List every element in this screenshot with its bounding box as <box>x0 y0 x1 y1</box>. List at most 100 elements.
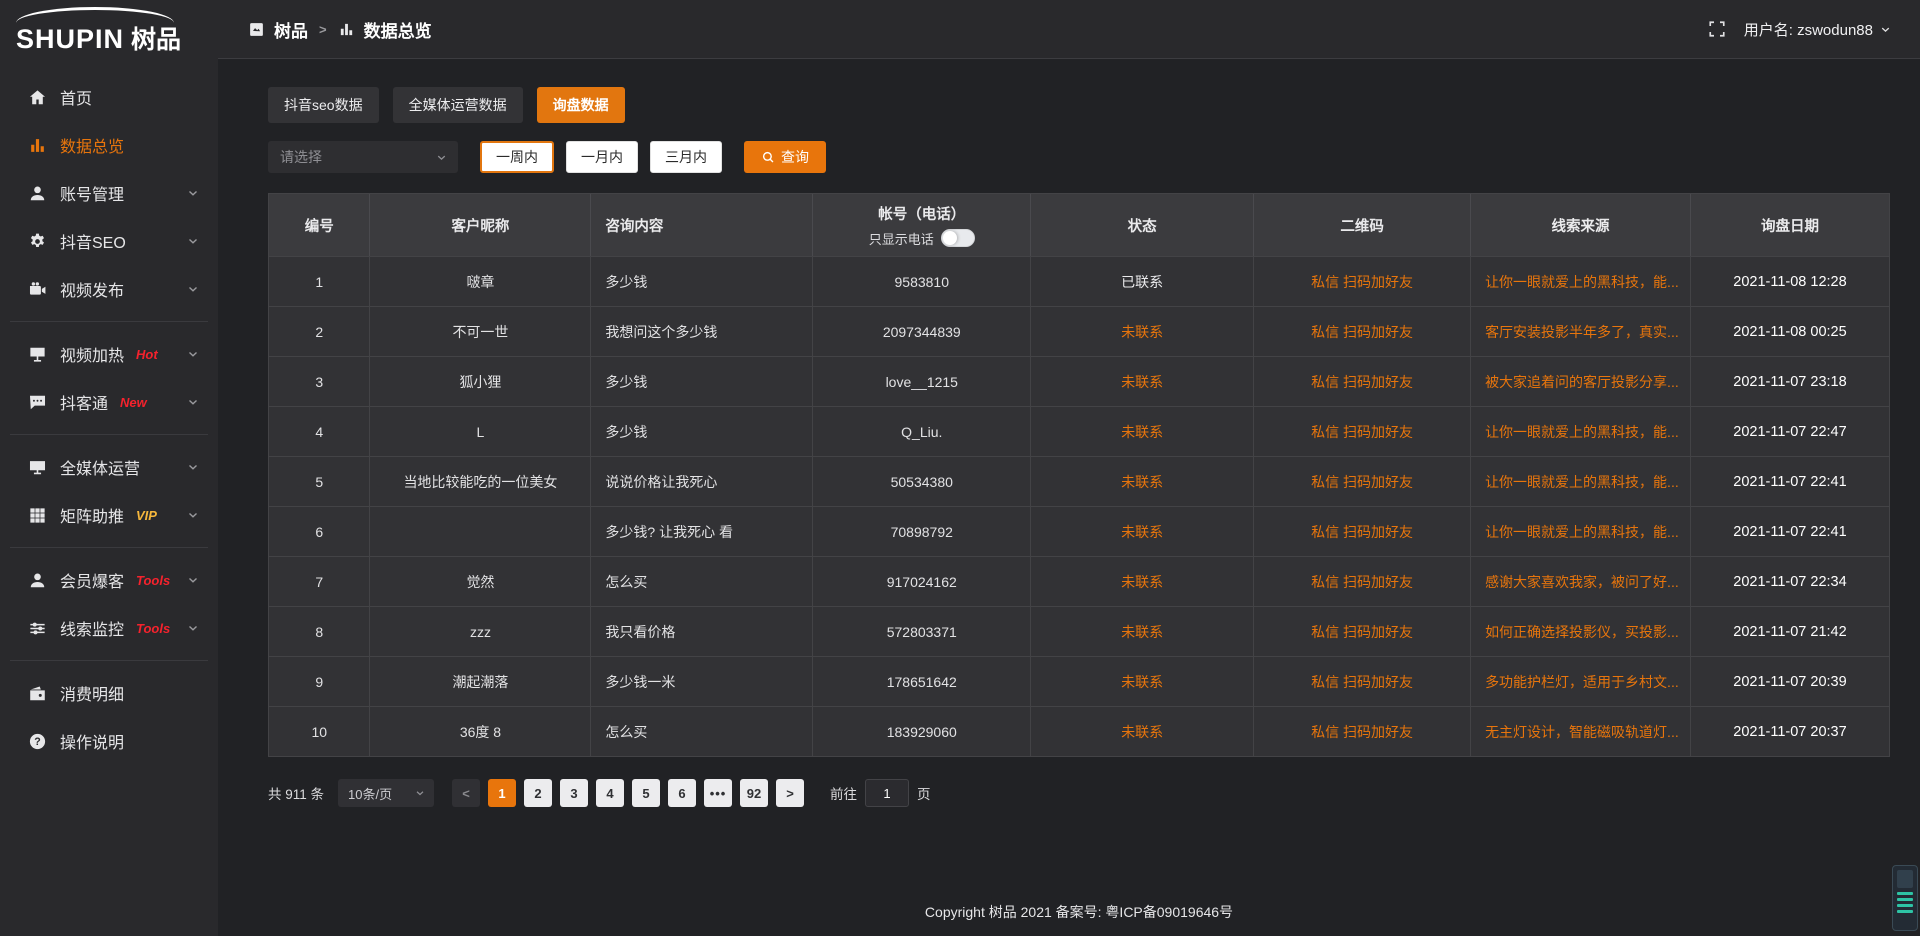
cell-account: 50534380 <box>813 457 1031 506</box>
cell-content: 多少钱 <box>591 257 813 306</box>
user-dropdown[interactable]: 用户名: zswodun88 <box>1744 19 1892 40</box>
period-button[interactable]: 一月内 <box>566 141 638 173</box>
page-button[interactable]: 6 <box>668 779 696 807</box>
cell-qrcode-link[interactable]: 私信 扫码加好友 <box>1254 357 1471 406</box>
cell-id: 10 <box>269 707 370 756</box>
cell-source-link[interactable]: 让你一眼就爱上的黑科技，能... <box>1471 507 1691 556</box>
cell-nickname: L <box>370 407 591 456</box>
sidebar-item-account-manage[interactable]: 账号管理 <box>0 169 218 217</box>
sidebar-item-label: 数据总览 <box>60 133 124 157</box>
cell-status: 未联系 <box>1031 457 1254 506</box>
cell-source-link[interactable]: 无主灯设计，智能磁吸轨道灯... <box>1471 707 1691 756</box>
sidebar-item-consumption-detail[interactable]: 消费明细 <box>0 669 218 717</box>
period-button[interactable]: 一周内 <box>480 141 554 173</box>
sidebar-item-video-heating[interactable]: 视频加热 Hot <box>0 330 218 378</box>
page-button[interactable]: 4 <box>596 779 624 807</box>
sidebar-item-matrix-boost[interactable]: 矩阵助推 VIP <box>0 491 218 539</box>
cell-nickname: 潮起潮落 <box>370 657 591 706</box>
page-button[interactable]: 92 <box>740 779 768 807</box>
cell-nickname: 36度 8 <box>370 707 591 756</box>
select-placeholder: 请选择 <box>280 147 322 167</box>
breadcrumb-root[interactable]: 树品 <box>274 17 308 42</box>
bar-chart-icon <box>28 136 47 155</box>
period-button[interactable]: 三月内 <box>650 141 722 173</box>
floating-widget[interactable] <box>1892 865 1918 931</box>
sidebar-item-label: 消费明细 <box>60 681 124 705</box>
cell-date: 2021-11-07 20:37 <box>1691 707 1889 756</box>
col-header-account: 帐号（电话） 只显示电话 <box>813 194 1031 256</box>
goto-label: 前往 <box>830 783 857 803</box>
next-page-button[interactable]: > <box>776 779 804 807</box>
page-button[interactable]: 1 <box>488 779 516 807</box>
sidebar-item-member-baoke[interactable]: 会员爆客 Tools <box>0 556 218 604</box>
cell-content: 怎么买 <box>591 707 813 756</box>
sidebar-item-video-publish[interactable]: 视频发布 <box>0 265 218 313</box>
table-body: 1 啵章 多少钱 9583810 已联系 私信 扫码加好友 让你一眼就爱上的黑科… <box>269 256 1889 756</box>
bar-chart-icon <box>338 21 355 38</box>
sidebar-item-operation-guide[interactable]: ? 操作说明 <box>0 717 218 765</box>
cell-qrcode-link[interactable]: 私信 扫码加好友 <box>1254 657 1471 706</box>
page-size-select[interactable]: 10条/页 <box>338 779 434 807</box>
cell-content: 多少钱 <box>591 357 813 406</box>
breadcrumb-separator: > <box>319 22 327 37</box>
phone-toggle-label: 只显示电话 <box>869 229 934 248</box>
data-tabs: 抖音seo数据全媒体运营数据询盘数据 <box>268 87 1890 123</box>
chevron-down-icon <box>1879 23 1892 36</box>
cell-qrcode-link[interactable]: 私信 扫码加好友 <box>1254 507 1471 556</box>
tab-2[interactable]: 询盘数据 <box>537 87 625 123</box>
floating-widget-icon <box>1897 870 1913 888</box>
chevron-down-icon <box>186 282 200 296</box>
chevron-down-icon <box>186 621 200 635</box>
more-pages-button[interactable]: ••• <box>704 779 732 807</box>
sidebar-menu: 首页 数据总览 账号管理 抖音SEO 视频发布 视频加热 Hot <box>0 73 218 765</box>
cell-qrcode-link[interactable]: 私信 扫码加好友 <box>1254 607 1471 656</box>
sidebar-item-home[interactable]: 首页 <box>0 73 218 121</box>
chevron-down-icon <box>414 787 426 799</box>
cell-source-link[interactable]: 客厅安装投影半年多了，真实... <box>1471 307 1691 356</box>
tab-1[interactable]: 全媒体运营数据 <box>393 87 523 123</box>
panel-icon <box>248 21 265 38</box>
sidebar-item-data-overview[interactable]: 数据总览 <box>0 121 218 169</box>
cell-qrcode-link[interactable]: 私信 扫码加好友 <box>1254 557 1471 606</box>
sidebar-item-all-media-ops[interactable]: 全媒体运营 <box>0 443 218 491</box>
cell-date: 2021-11-07 22:41 <box>1691 457 1889 506</box>
cell-qrcode-link[interactable]: 私信 扫码加好友 <box>1254 457 1471 506</box>
prev-page-button[interactable]: < <box>452 779 480 807</box>
table-row: 4 L 多少钱 Q_Liu. 未联系 私信 扫码加好友 让你一眼就爱上的黑科技，… <box>269 406 1889 456</box>
page-button[interactable]: 3 <box>560 779 588 807</box>
cell-qrcode-link[interactable]: 私信 扫码加好友 <box>1254 307 1471 356</box>
cell-content: 我只看价格 <box>591 607 813 656</box>
account-select[interactable]: 请选择 <box>268 141 458 173</box>
fullscreen-icon[interactable] <box>1708 20 1726 38</box>
logo-text-cn: 树品 <box>131 28 181 53</box>
tab-0[interactable]: 抖音seo数据 <box>268 87 379 123</box>
sidebar-item-label: 账号管理 <box>60 181 124 205</box>
phone-only-toggle[interactable] <box>941 229 975 247</box>
col-header-qrcode: 二维码 <box>1254 194 1471 256</box>
page-button[interactable]: 5 <box>632 779 660 807</box>
cell-date: 2021-11-08 00:25 <box>1691 307 1889 356</box>
cell-source-link[interactable]: 被大家追着问的客厅投影分享... <box>1471 357 1691 406</box>
app-logo[interactable]: SHUPIN 树品 <box>0 0 218 59</box>
cell-source-link[interactable]: 如何正确选择投影仪，买投影... <box>1471 607 1691 656</box>
sidebar-item-clue-monitor[interactable]: 线索监控 Tools <box>0 604 218 652</box>
user-area: 用户名: zswodun88 <box>1708 19 1892 40</box>
user-icon <box>28 184 47 203</box>
cell-qrcode-link[interactable]: 私信 扫码加好友 <box>1254 407 1471 456</box>
billboard-icon <box>28 345 47 364</box>
period-buttons: 一周内一月内三月内 <box>480 141 734 173</box>
cell-qrcode-link[interactable]: 私信 扫码加好友 <box>1254 707 1471 756</box>
cell-source-link[interactable]: 让你一眼就爱上的黑科技，能... <box>1471 257 1691 306</box>
sidebar-item-doukeotng[interactable]: 抖客通 New <box>0 378 218 426</box>
cell-source-link[interactable]: 让你一眼就爱上的黑科技，能... <box>1471 407 1691 456</box>
cell-source-link[interactable]: 让你一眼就爱上的黑科技，能... <box>1471 457 1691 506</box>
cell-source-link[interactable]: 多功能护栏灯，适用于乡村文... <box>1471 657 1691 706</box>
cell-qrcode-link[interactable]: 私信 扫码加好友 <box>1254 257 1471 306</box>
cell-source-link[interactable]: 感谢大家喜欢我家，被问了好... <box>1471 557 1691 606</box>
page-button[interactable]: 2 <box>524 779 552 807</box>
search-button[interactable]: 查询 <box>744 141 826 173</box>
sidebar: SHUPIN 树品 首页 数据总览 账号管理 抖音SEO 视频发布 <box>0 0 218 936</box>
sidebar-item-douyin-seo[interactable]: 抖音SEO <box>0 217 218 265</box>
sidebar-item-badge: Tools <box>136 621 170 636</box>
goto-page-input[interactable] <box>865 779 909 807</box>
